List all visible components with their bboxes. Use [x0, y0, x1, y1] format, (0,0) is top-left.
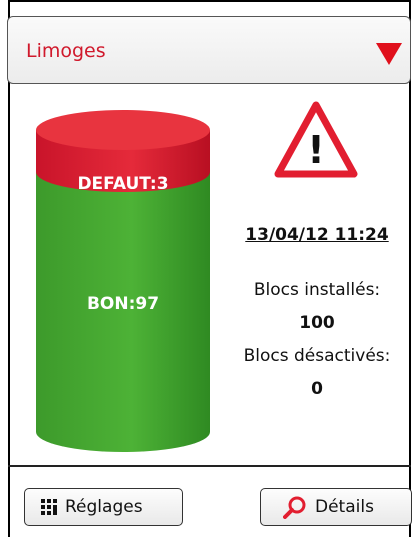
footer-divider	[8, 465, 411, 467]
warning-triangle-icon: !	[274, 101, 358, 178]
disabled-blocks-value: 0	[311, 379, 323, 399]
details-button-label: Détails	[315, 497, 374, 517]
bon-label: BON:97	[86, 294, 160, 314]
magnifier-icon	[283, 496, 306, 519]
defaut-label: DEFAUT:3	[77, 174, 169, 194]
installed-blocks-value: 100	[299, 313, 335, 333]
location-dropdown-value: Limoges	[26, 40, 106, 62]
cylinder-top	[36, 110, 210, 150]
location-dropdown[interactable]: Limoges	[7, 16, 411, 84]
dropdown-arrow-icon[interactable]	[376, 43, 402, 65]
grid-settings-icon	[41, 499, 57, 515]
last-update-datetime: 13/04/12 11:24	[245, 225, 389, 245]
settings-button-label: Réglages	[65, 497, 143, 517]
disabled-blocks-label: Blocs désactivés:	[243, 346, 391, 366]
warning-symbol: !	[307, 128, 324, 172]
status-cylinder-chart: DEFAUT:3 BON:97	[36, 110, 210, 452]
cylinder-graphic	[36, 110, 210, 452]
installed-blocks-label: Blocs installés:	[253, 280, 381, 300]
details-button[interactable]: Détails	[260, 488, 412, 526]
settings-button[interactable]: Réglages	[24, 488, 183, 526]
